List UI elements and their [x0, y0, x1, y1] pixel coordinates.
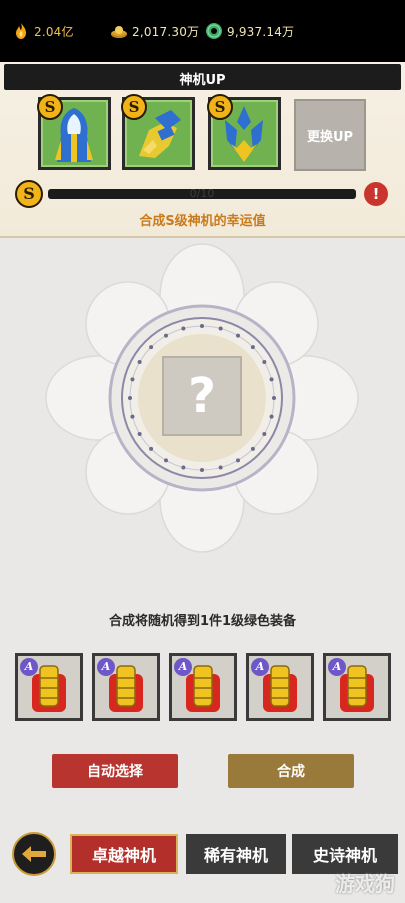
a-grade-badge: A — [20, 658, 38, 676]
up-title: 神机UP — [179, 73, 226, 88]
ring-tick — [269, 377, 274, 382]
synthesis-altar: ? — [0, 238, 405, 598]
synthesize-button[interactable]: 合成 — [228, 754, 354, 788]
flame-icon — [16, 23, 26, 39]
ring-tick — [218, 326, 223, 331]
s-grade-badge: S — [37, 94, 63, 120]
back-button[interactable] — [12, 832, 56, 876]
ring-tick — [262, 432, 267, 436]
ring-tick — [164, 458, 168, 463]
ring-tick — [164, 333, 168, 338]
ring-tick — [200, 468, 204, 472]
ring-tick — [181, 465, 186, 470]
tab-rare[interactable]: 稀有神机 — [186, 834, 286, 874]
up-title-bar: 神机UP — [4, 64, 401, 90]
ring-tick — [250, 446, 255, 451]
up-card-3[interactable]: S — [207, 94, 281, 170]
material-slot-5[interactable]: A — [323, 653, 391, 721]
ring-tick — [262, 360, 267, 364]
s-grade-badge: S — [207, 94, 233, 120]
ring-tick — [236, 458, 240, 463]
resource-gold: 2,017.30万 — [110, 22, 199, 40]
up-card-1[interactable]: S — [37, 94, 111, 170]
material-slot-4[interactable]: A — [246, 653, 314, 721]
flame-value: 2.04亿 — [34, 24, 74, 39]
a-grade-badge: A — [97, 658, 115, 676]
ring-tick — [200, 324, 204, 328]
ring-tick — [269, 414, 274, 419]
up-card-2[interactable]: S — [121, 94, 195, 170]
jade-coin-icon — [206, 23, 222, 39]
material-slot-1[interactable]: A — [15, 653, 83, 721]
ring-tick — [137, 360, 142, 364]
ring-tick — [130, 414, 135, 419]
ring-tick — [218, 465, 223, 470]
resource-flame: 2.04亿 — [12, 22, 74, 40]
ring-tick — [149, 345, 154, 350]
ring-tick — [272, 396, 276, 400]
s-grade-icon: S — [15, 180, 43, 208]
info-alert-icon[interactable]: ! — [364, 182, 388, 206]
s-grade-badge: S — [121, 94, 147, 120]
resource-jade: 9,937.14万 — [205, 22, 294, 40]
material-slot-2[interactable]: A — [92, 653, 160, 721]
ring-tick — [128, 396, 132, 400]
up-panel: 神机UP S S S 更换UP S 0/10 ! 合成S级神机的幸运值 — [0, 62, 405, 238]
luck-progress-text: 0/10 — [189, 187, 215, 200]
gold-ingot-icon — [111, 26, 127, 38]
back-arrow-icon — [22, 846, 46, 862]
swap-up-button[interactable]: 更换UP — [294, 99, 366, 171]
ring-tick — [130, 377, 135, 382]
tab-excellent[interactable]: 卓越神机 — [70, 834, 178, 874]
ring-tick — [236, 333, 240, 338]
resource-bar: 2.04亿 2,017.30万 9,937.14万 — [0, 0, 405, 62]
a-grade-badge: A — [174, 658, 192, 676]
luck-label: 合成S级神机的幸运值 — [139, 214, 266, 229]
ring-tick — [149, 446, 154, 451]
auto-select-button[interactable]: 自动选择 — [52, 754, 178, 788]
synthesis-description: 合成将随机得到1件1级绿色装备 — [108, 614, 297, 629]
a-grade-badge: A — [328, 658, 346, 676]
ring-tick — [250, 345, 255, 350]
gold-value: 2,017.30万 — [132, 24, 200, 39]
result-placeholder: ? — [162, 356, 242, 436]
jade-value: 9,937.14万 — [227, 24, 295, 39]
watermark-logo: 游戏狗 — [335, 872, 395, 896]
ring-tick — [137, 432, 142, 436]
a-grade-badge: A — [251, 658, 269, 676]
ring-tick — [181, 326, 186, 331]
material-slot-3[interactable]: A — [169, 653, 237, 721]
